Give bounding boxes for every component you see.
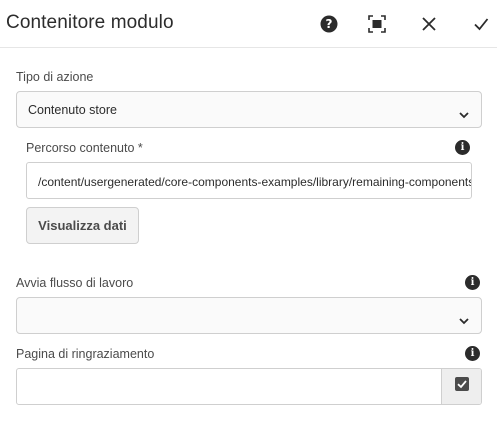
- checkbox-select-icon: [454, 376, 470, 397]
- info-icon[interactable]: i: [455, 140, 470, 155]
- checkmark-icon: [473, 16, 489, 32]
- content-path-label: Percorso contenuto *: [26, 141, 143, 155]
- fullscreen-icon: [368, 15, 386, 33]
- dialog-header: Contenitore modulo ?: [0, 0, 497, 48]
- close-button[interactable]: [415, 10, 443, 38]
- help-icon: ?: [320, 15, 338, 33]
- action-type-value: Contenuto store: [28, 103, 117, 117]
- chevron-down-icon: [459, 312, 469, 330]
- fullscreen-button[interactable]: [363, 10, 391, 38]
- done-button[interactable]: [467, 10, 495, 38]
- action-type-label: Tipo di azione: [16, 70, 94, 84]
- workflow-select[interactable]: [16, 297, 482, 334]
- svg-text:?: ?: [326, 17, 333, 31]
- workflow-label: Avvia flusso di lavoro: [16, 276, 134, 290]
- info-icon[interactable]: i: [465, 275, 480, 290]
- view-data-button[interactable]: Visualizza dati: [26, 207, 139, 244]
- action-type-select[interactable]: Contenuto store: [16, 91, 482, 128]
- content-path-value: /content/usergenerated/core-components-e…: [38, 175, 472, 189]
- dialog-title: Contenitore modulo: [6, 12, 174, 33]
- content-path-field[interactable]: /content/usergenerated/core-components-e…: [26, 162, 472, 199]
- thank-you-page-field[interactable]: [16, 368, 482, 405]
- chevron-down-icon: [459, 106, 469, 124]
- close-icon: [421, 16, 437, 32]
- info-icon[interactable]: i: [465, 346, 480, 361]
- path-picker-button[interactable]: [441, 369, 481, 404]
- thank-you-page-label: Pagina di ringraziamento: [16, 347, 155, 361]
- help-button[interactable]: ?: [315, 10, 343, 38]
